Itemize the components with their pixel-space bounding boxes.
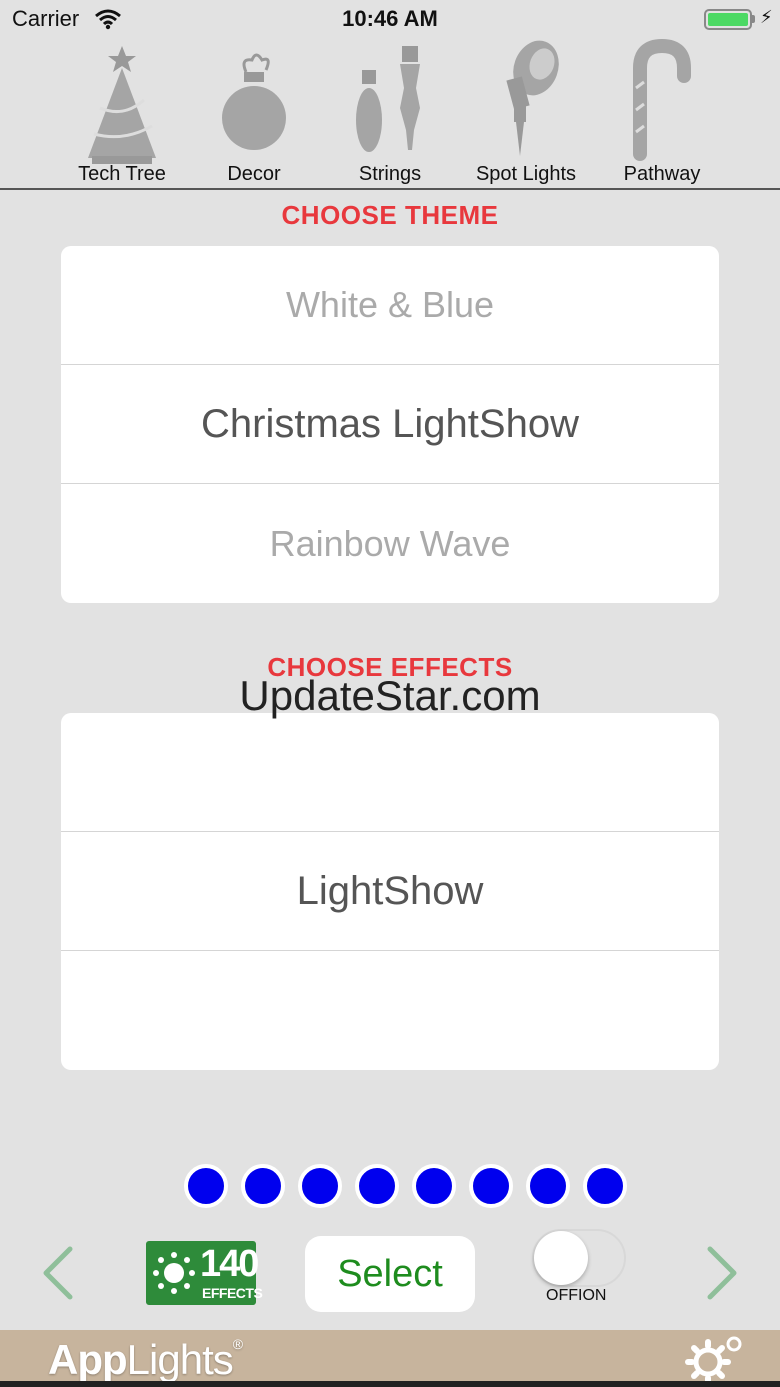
effects-count: 140 [200, 1243, 259, 1285]
brand-lights: Lights [126, 1336, 234, 1383]
page-dot[interactable] [184, 1164, 228, 1208]
effect-option[interactable] [61, 713, 719, 832]
bottom-toolbar: 140 EFFECTS Select OFFION [0, 1225, 780, 1325]
status-bar: Carrier 10:46 AM ⚡ [0, 0, 780, 40]
effect-option-selected[interactable]: LightShow [61, 832, 719, 951]
theme-option-selected[interactable]: Christmas LightShow [61, 365, 719, 484]
charging-icon: ⚡ [760, 7, 773, 27]
page-dot[interactable] [355, 1164, 399, 1208]
christmas-tree-icon [88, 46, 156, 164]
page-indicator [184, 1164, 628, 1212]
choose-theme-title: CHOOSE THEME [281, 200, 499, 230]
page-dot[interactable] [469, 1164, 513, 1208]
spotlight-icon [506, 40, 559, 156]
footer: AppLights® [0, 1330, 780, 1387]
brand-reg: ® [232, 1336, 243, 1352]
category-label: Strings [358, 163, 422, 185]
theme-option[interactable]: White & Blue [61, 246, 719, 365]
watermark: UpdateStar.com [239, 672, 541, 719]
page-dot[interactable] [241, 1164, 285, 1208]
sun-icon [153, 1252, 195, 1294]
ornament-icon [222, 53, 286, 150]
category-bar: Tech Tree Decor Strings Spot Lights Path… [0, 38, 780, 190]
chevron-left-icon[interactable] [40, 1243, 76, 1303]
category-decor[interactable]: Decor [184, 38, 324, 188]
battery-icon [704, 9, 752, 30]
toggle-label: OFFION [546, 1287, 607, 1304]
candy-cane-icon [633, 38, 691, 161]
effects-picker[interactable]: LightShow [61, 713, 719, 1070]
bottom-strip [0, 1381, 780, 1387]
gear-icon[interactable] [682, 1332, 748, 1382]
category-label: Tech Tree [78, 163, 166, 185]
effects-word: EFFECTS [202, 1285, 263, 1301]
page-dot[interactable] [412, 1164, 456, 1208]
theme-option[interactable]: Rainbow Wave [61, 484, 719, 603]
page-dot[interactable] [526, 1164, 570, 1208]
category-pathway[interactable]: Pathway [592, 38, 732, 188]
battery-tip [752, 15, 755, 23]
toggle-knob [534, 1231, 588, 1285]
brand-app: App [48, 1336, 128, 1383]
category-strings[interactable]: Strings [320, 38, 460, 188]
category-label: Spot Lights [475, 163, 577, 185]
effect-option[interactable] [61, 951, 719, 1070]
theme-picker[interactable]: White & Blue Christmas LightShow Rainbow… [61, 246, 719, 603]
power-toggle[interactable] [532, 1229, 626, 1287]
applights-logo: AppLights® [48, 1336, 243, 1384]
select-button[interactable]: Select [305, 1236, 475, 1312]
category-label: Pathway [623, 163, 701, 185]
category-spot-lights[interactable]: Spot Lights [456, 38, 596, 188]
category-label: Decor [227, 163, 281, 185]
page-dot[interactable] [298, 1164, 342, 1208]
effects-count-badge[interactable]: 140 EFFECTS [146, 1241, 263, 1305]
category-tech-tree[interactable]: Tech Tree [52, 38, 192, 188]
chevron-right-icon[interactable] [704, 1243, 740, 1303]
status-time: 10:46 AM [342, 6, 438, 31]
string-lights-icon [356, 46, 420, 152]
page-dot[interactable] [583, 1164, 627, 1208]
